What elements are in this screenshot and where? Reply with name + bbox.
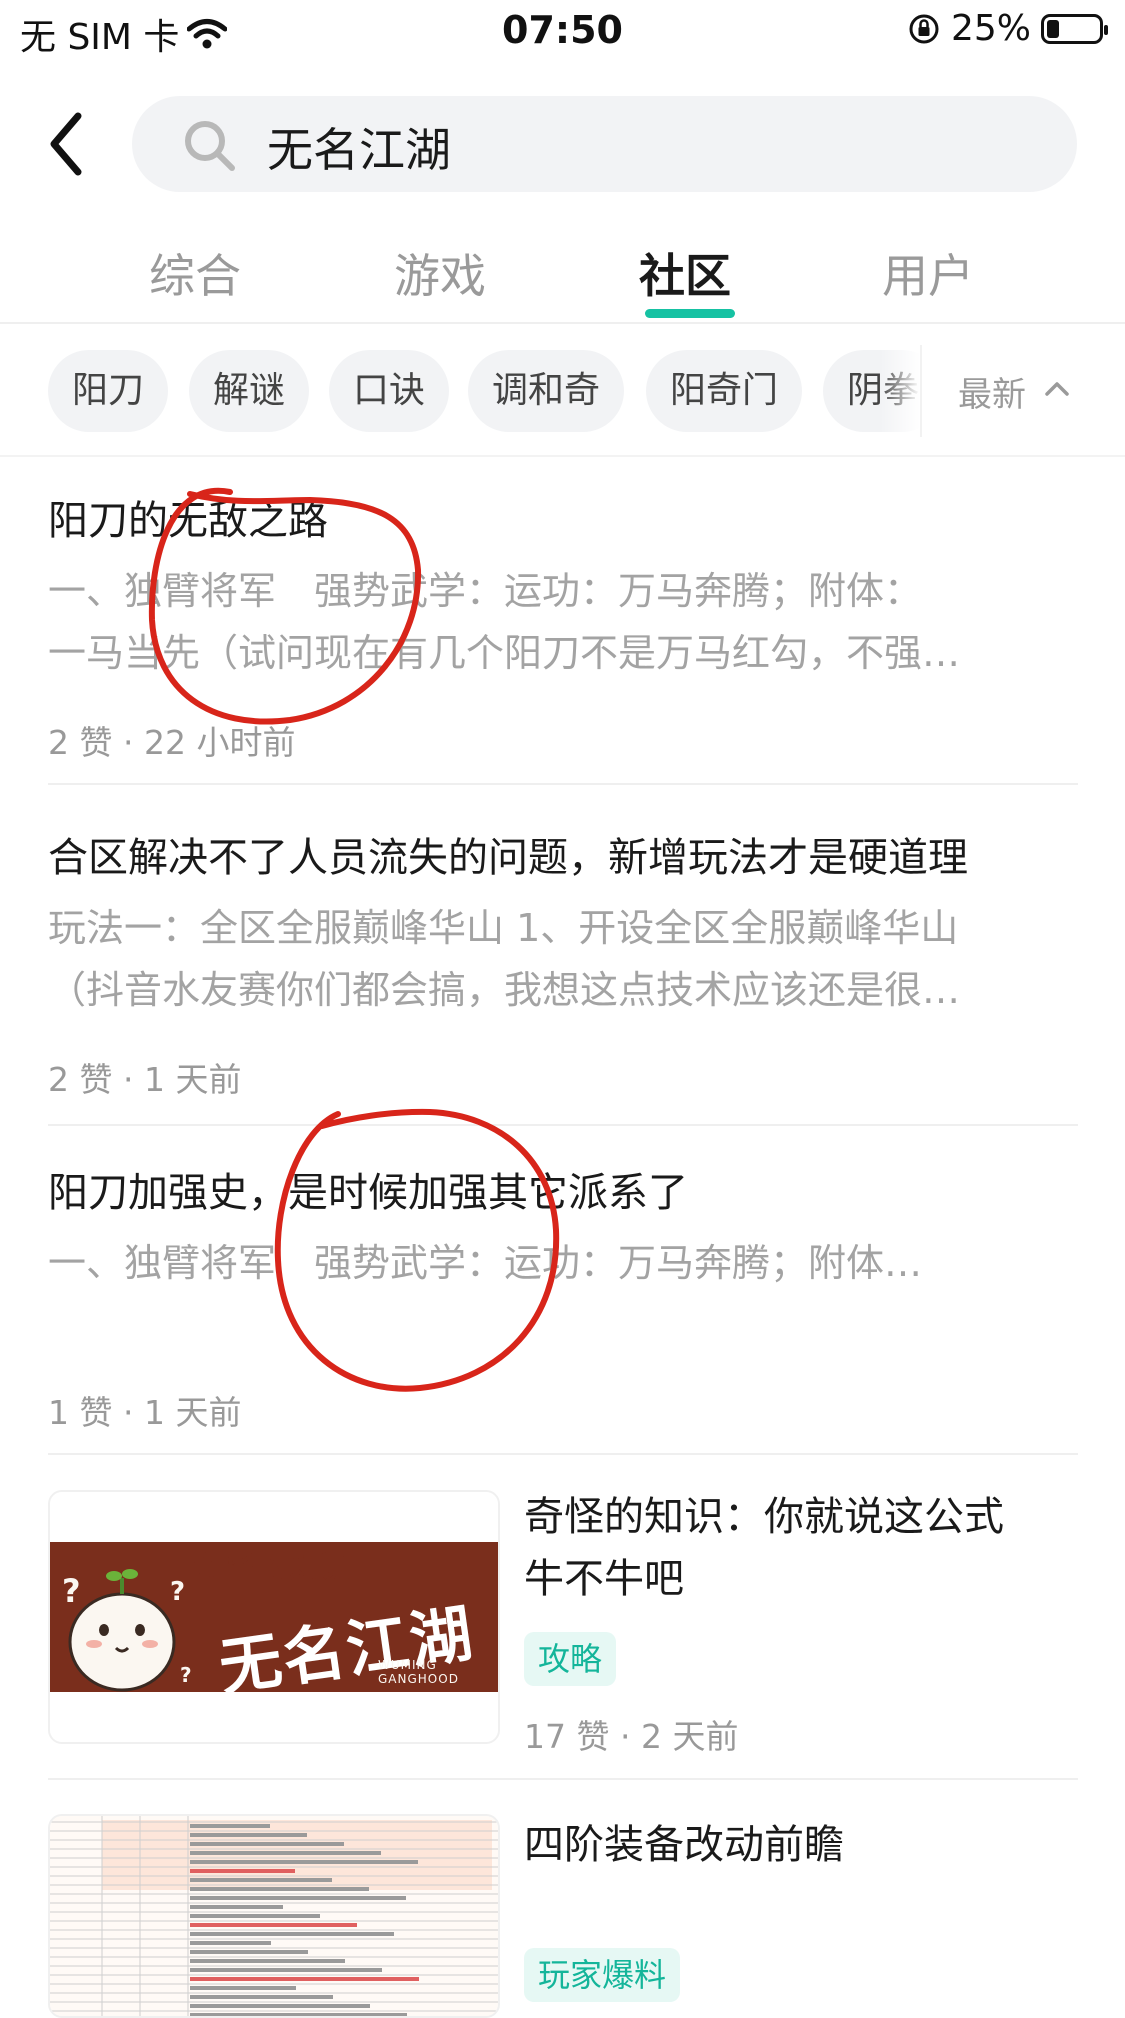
post-meta: 2 赞 · 22 小时前 — [48, 723, 296, 762]
post-card[interactable]: 阳刀加强史，是时候加强其它派系了 一、独臂将军 强势武学：运功：万马奔腾；附体…… — [48, 1160, 1078, 1434]
active-tab-indicator — [645, 309, 735, 318]
banner-title: 奇怪的知识 — [192, 1550, 352, 1585]
post-time: 2 天前 — [640, 1717, 739, 1756]
post-card[interactable]: 合区解决不了人员流失的问题，新增玩法才是硬道理 玩法一：全区全服巅峰华山 1、开… — [48, 825, 1078, 1101]
post-meta: 2 赞 · 1 天前 — [48, 1060, 242, 1099]
search-input[interactable]: 无名江湖 — [132, 96, 1077, 192]
post-meta: 17 赞 · 2 天前 — [524, 1717, 739, 1756]
post-meta: 1 赞 · 1 天前 — [48, 1393, 242, 1432]
post-excerpt: 一、独臂将军 强势武学：运功：万马奔腾；附体… — [48, 1232, 1078, 1294]
divider — [0, 455, 1125, 457]
excerpt-line: 玩法一：全区全服巅峰华山 1、开设全区全服巅峰华山 — [48, 906, 959, 950]
post-title: 合区解决不了人员流失的问题，新增玩法才是硬道理 — [48, 835, 968, 881]
tab-label: 用户 — [882, 249, 974, 303]
chip-yangqimen[interactable]: 阳奇门 — [646, 350, 803, 432]
like-count: 2 赞 — [48, 1060, 113, 1099]
divider — [48, 1778, 1078, 1780]
chip-fade — [880, 340, 920, 440]
tab-community[interactable]: 社区 — [605, 240, 765, 318]
post-excerpt: 玩法一：全区全服巅峰华山 1、开设全区全服巅峰华山 （抖音水友赛你们都会搞，我想… — [48, 897, 1078, 1021]
chevron-up-icon — [1045, 382, 1069, 396]
post-card[interactable]: 阳刀的无敌之路 一、独臂将军 强势武学：运功：万马奔腾；附体： 一马当先（试问现… — [48, 488, 1078, 764]
chip-yangdao[interactable]: 阳刀 — [48, 350, 169, 432]
like-count: 2 赞 — [48, 723, 113, 762]
chip-jiemi[interactable]: 解谜 — [189, 350, 310, 432]
svg-text:?: ? — [62, 1572, 81, 1610]
tab-label: 社区 — [639, 249, 731, 303]
banner-logo-en: WUMING GANGHOOD — [378, 1658, 459, 1686]
post-title: 阳刀加强史，是时候加强其它派系了 — [48, 1170, 688, 1216]
like-count: 1 赞 — [48, 1393, 113, 1432]
search-query: 无名江湖 — [267, 123, 451, 177]
post-thumbnail[interactable]: ? ? ? 奇怪的知识 无名江湖 WUMING GANGHOOD — [48, 1490, 500, 1744]
post-title: 奇怪的知识：你就说这公式 牛不牛吧 — [524, 1486, 1064, 1610]
excerpt-line: （抖音水友赛你们都会搞，我想这点技术应该还是很… — [48, 968, 961, 1012]
sort-dropdown[interactable]: 最新 — [920, 345, 1125, 437]
divider — [0, 322, 1125, 324]
post-title: 四阶装备改动前瞻 — [524, 1822, 844, 1868]
svg-text:?: ? — [180, 1663, 192, 1687]
chip-tiaoheqi[interactable]: 调和奇 — [468, 350, 625, 432]
status-bar: 无 SIM 卡 07:50 25% — [0, 0, 1125, 62]
post-excerpt: 一、独臂将军 强势武学：运功：万马奔腾；附体： 一马当先（试问现在有几个阳刀不是… — [48, 560, 1078, 684]
excerpt-line: 一马当先（试问现在有几个阳刀不是万马红勾，不强… — [48, 631, 961, 675]
like-count: 17 赞 — [524, 1717, 610, 1756]
battery-icon — [1041, 13, 1108, 44]
divider — [48, 1453, 1078, 1455]
tag-badge[interactable]: 玩家爆料 — [524, 1948, 681, 2002]
title-line: 奇怪的知识：你就说这公式 — [524, 1494, 1004, 1540]
excerpt-line: 一、独臂将军 强势武学：运功：万马奔腾；附体… — [48, 1241, 923, 1285]
tab-games[interactable]: 游戏 — [360, 240, 520, 306]
sort-label: 最新 — [958, 375, 1026, 415]
divider — [48, 1124, 1078, 1126]
tab-all[interactable]: 综合 — [115, 240, 275, 306]
orientation-lock-icon — [909, 14, 939, 43]
post-thumbnail[interactable] — [48, 1814, 500, 2018]
post-time: 1 天前 — [143, 1060, 242, 1099]
result-tabs: 综合 游戏 社区 用户 — [0, 240, 1125, 320]
post-time: 1 天前 — [143, 1393, 242, 1432]
excerpt-line: 一、独臂将军 强势武学：运功：万马奔腾；附体： — [48, 569, 923, 613]
tab-label: 综合 — [149, 249, 241, 303]
post-time: 22 小时前 — [143, 723, 296, 762]
back-icon[interactable] — [42, 108, 92, 180]
title-line: 牛不牛吧 — [524, 1556, 684, 1602]
status-right: 25% — [907, 8, 1108, 49]
search-icon — [185, 121, 235, 171]
post-title: 阳刀的无敌之路 — [48, 498, 328, 544]
svg-text:?: ? — [170, 1577, 185, 1607]
tab-label: 游戏 — [394, 249, 486, 303]
chip-koujue[interactable]: 口诀 — [329, 350, 450, 432]
divider — [48, 783, 1078, 785]
spreadsheet-image — [50, 1816, 498, 2016]
tag-badge[interactable]: 攻略 — [524, 1632, 617, 1686]
battery-percent: 25% — [950, 8, 1031, 49]
post-card[interactable]: 四阶装备改动前瞻 玩家爆料 — [524, 1812, 1064, 2002]
tab-users[interactable]: 用户 — [848, 240, 1008, 306]
post-card[interactable]: 奇怪的知识：你就说这公式 牛不牛吧 攻略 17 赞 · 2 天前 — [524, 1486, 1064, 1758]
